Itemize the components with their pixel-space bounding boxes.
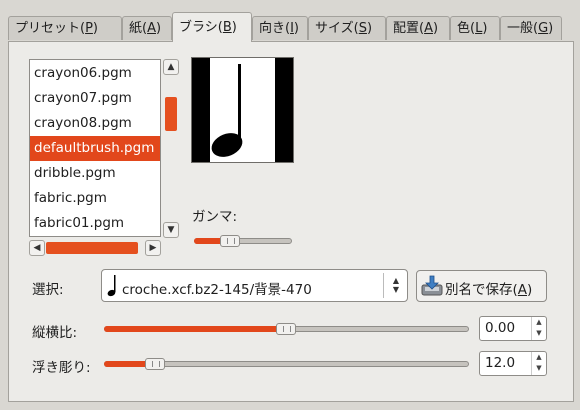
spin-arrows-icon[interactable]: ▲ ▼ [531,317,546,340]
tab-color[interactable]: 色(L) [450,16,500,40]
tab-color-label: 色( [457,21,476,36]
tab-brush-label: ブラシ( [179,20,223,35]
tab-presets-tail: ) [92,21,98,36]
tab-brush-tail: ) [231,20,237,35]
quarter-note-small-icon [107,275,116,297]
tab-paper-label: 紙( [129,21,148,36]
tab-size[interactable]: サイズ(S) [308,16,386,40]
tab-brush[interactable]: ブラシ(B) [172,12,252,42]
vscroll-thumb[interactable] [165,97,177,131]
aspect-slider-knob[interactable] [276,323,296,335]
gamma-label: ガンマ: [192,209,238,225]
save-as-label: 別名で保存(A) [445,278,532,298]
tab-orientation[interactable]: 向き(I) [252,16,308,40]
scroll-down-icon[interactable]: ▼ [163,222,179,238]
tab-placement-tail: ) [432,21,439,36]
save-as-text: 別名で保存( [445,282,518,298]
relief-spinbutton[interactable]: 12.0 ▲ ▼ [479,351,547,376]
tab-general-tail: ) [548,21,554,36]
scroll-left-icon[interactable]: ◀ [29,240,45,256]
tab-bar: プリセット(P) 紙(A) ブラシ(B) 向き(I) サイズ(S) 配置(A) … [8,12,574,42]
gamma-slider-knob[interactable] [220,235,240,247]
list-item[interactable]: crayon06.pgm [30,61,160,86]
combo-separator [383,273,384,298]
tab-brush-key: B [222,20,232,35]
scroll-right-icon[interactable]: ▶ [145,240,161,256]
tab-orientation-tail: ) [293,21,299,36]
list-item[interactable]: fabric.pgm [30,186,160,211]
save-download-icon [421,275,443,296]
relief-label: 浮き彫り: [32,360,91,376]
tab-size-key: S [358,21,367,36]
tab-presets-key: P [85,21,93,36]
list-item[interactable]: fabric01.pgm [30,211,160,236]
tab-color-tail: ) [482,21,488,36]
relief-value: 12.0 [485,355,516,371]
tab-placement[interactable]: 配置(A) [386,16,450,40]
tab-general-key: G [538,21,549,36]
relief-slider-knob[interactable] [145,358,165,370]
relief-slider-fill [104,361,148,367]
tab-general-label: 一般( [507,21,539,36]
save-as-tail: ) [527,282,533,298]
tab-presets-label: プリセット( [15,21,86,36]
brush-list-vscrollbar[interactable] [162,58,180,238]
tab-paper[interactable]: 紙(A) [122,16,172,40]
aspect-spinbutton[interactable]: 0.00 ▲ ▼ [479,316,547,341]
tab-size-label: サイズ( [315,21,359,36]
spin-arrows-icon[interactable]: ▲ ▼ [531,352,546,375]
scroll-up-icon[interactable]: ▲ [163,59,179,75]
brush-preview [191,57,294,163]
aspect-value: 0.00 [485,320,516,336]
list-item-selected[interactable]: defaultbrush.pgm [30,136,160,161]
tab-paper-key: A [147,21,156,36]
tab-size-tail: ) [366,21,373,36]
list-item[interactable]: crayon08.pgm [30,111,160,136]
select-label: 選択: [32,282,64,298]
tab-paper-tail: ) [155,21,162,36]
list-item[interactable]: crayon07.pgm [30,86,160,111]
tab-placement-label: 配置( [393,21,425,36]
aspect-label: 縦横比: [32,325,78,341]
brush-list[interactable]: crayon06.pgm crayon07.pgm crayon08.pgm d… [29,59,161,237]
tab-general[interactable]: 一般(G) [500,16,562,40]
tab-orientation-label: 向き( [259,21,291,36]
quarter-note-icon [192,58,293,162]
aspect-slider-fill [104,326,280,332]
save-as-key: A [517,282,528,298]
tab-presets[interactable]: プリセット(P) [8,16,122,40]
brush-select-value: croche.xcf.bz2-145/背景-470 [122,282,312,298]
list-item[interactable]: dribble.pgm [30,161,160,186]
chevron-updown-icon[interactable]: ▲ ▼ [389,276,403,294]
tab-placement-key: A [424,21,433,36]
hscroll-thumb[interactable] [46,242,138,254]
